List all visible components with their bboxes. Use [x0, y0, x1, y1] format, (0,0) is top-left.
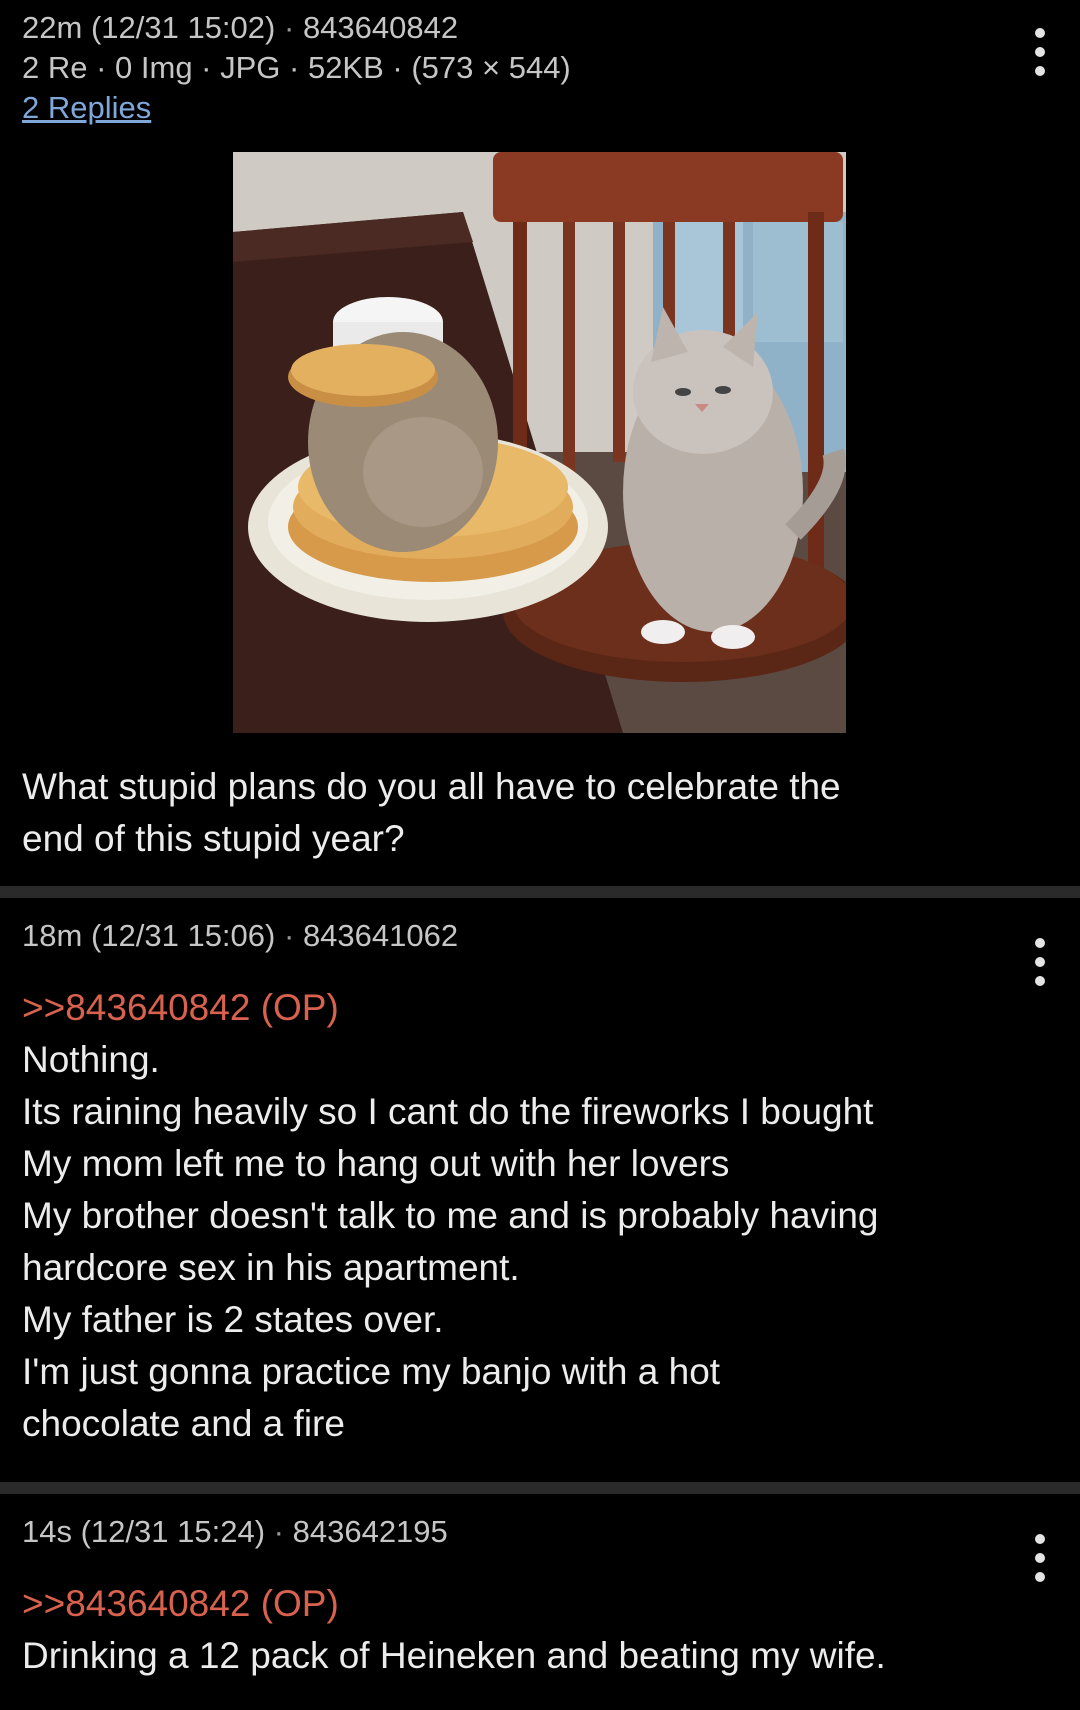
post-op: 22m (12/31 15:02) · 843640842 2 Re · 0 I…: [0, 0, 1080, 886]
quote-link[interactable]: >>843640842 (OP): [22, 982, 1056, 1034]
post-datetime: (12/31 15:24): [80, 1514, 266, 1549]
post-datetime: (12/31 15:02): [90, 10, 276, 45]
reply-post: 18m (12/31 15:06) · 843641062 >>84364084…: [0, 886, 1080, 1482]
file-info: 2 Re · 0 Img · JPG · 52KB · (573 × 544): [22, 50, 571, 85]
vertical-dots-icon: [1035, 938, 1045, 948]
vertical-dots-icon: [1035, 28, 1045, 38]
separator: ·: [283, 10, 295, 45]
post-number[interactable]: 843640842: [303, 10, 458, 45]
separator: ·: [283, 918, 295, 953]
post-image[interactable]: [232, 152, 846, 733]
post-header: 18m (12/31 15:06) · 843641062: [22, 916, 1056, 956]
post-age: 14s: [22, 1514, 72, 1549]
post-age: 18m: [22, 918, 83, 953]
post-header: 22m (12/31 15:02) · 843640842: [22, 8, 1056, 48]
post-datetime: (12/31 15:06): [90, 918, 276, 953]
post-body: Drinking a 12 pack of Heineken and beati…: [22, 1635, 886, 1676]
post-image-container: [22, 152, 1056, 733]
post-number[interactable]: 843641062: [303, 918, 458, 953]
replies-link[interactable]: 2 Replies: [22, 88, 151, 128]
post-menu-button[interactable]: [1030, 28, 1050, 76]
post-menu-button[interactable]: [1030, 938, 1050, 986]
post-age: 22m: [22, 10, 83, 45]
post-number[interactable]: 843642195: [293, 1514, 448, 1549]
quote-link[interactable]: >>843640842 (OP): [22, 1578, 1056, 1630]
post-body: Nothing. Its raining heavily so I cant d…: [22, 1039, 879, 1444]
reply-post: 14s (12/31 15:24) · 843642195 >>84364084…: [0, 1482, 1080, 1698]
vertical-dots-icon: [1035, 1534, 1045, 1544]
post-menu-button[interactable]: [1030, 1534, 1050, 1582]
separator: ·: [273, 1514, 284, 1549]
post-header: 14s (12/31 15:24) · 843642195: [22, 1512, 1056, 1552]
post-body: What stupid plans do you all have to cel…: [22, 766, 841, 859]
